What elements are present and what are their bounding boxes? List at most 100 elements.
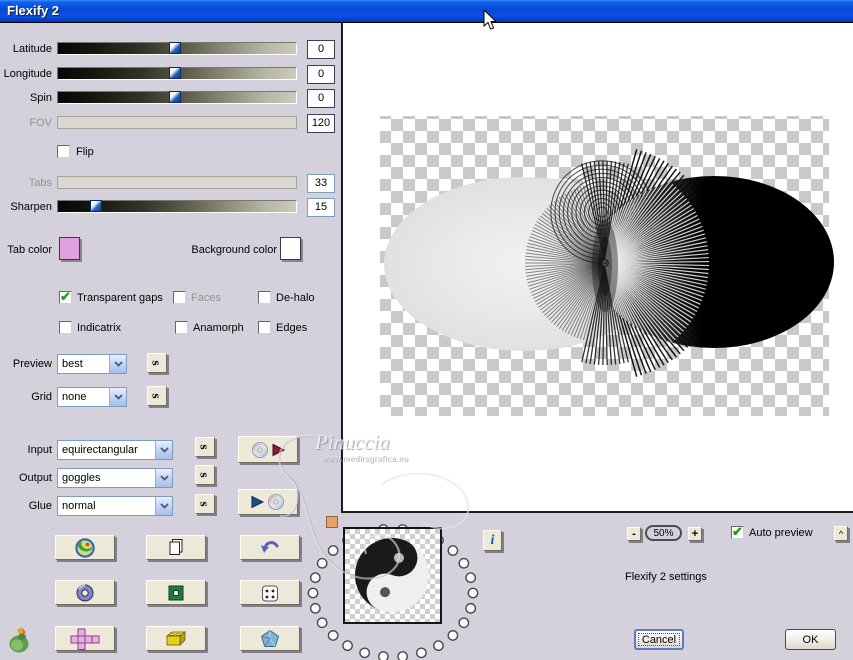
square-frame-icon [166, 583, 186, 603]
preview-s-button[interactable]: s [147, 353, 167, 373]
grid-combo[interactable]: none [57, 387, 127, 407]
zoom-in-button[interactable]: + [688, 527, 702, 541]
dial-dot[interactable] [459, 559, 468, 568]
longitude-value[interactable]: 0 [307, 65, 335, 84]
glue-combo-label: Glue [0, 500, 52, 513]
dial-dot[interactable] [466, 573, 475, 582]
info-button[interactable]: i [483, 530, 502, 551]
ok-button[interactable]: OK [785, 629, 836, 650]
faces-label: Faces [191, 292, 221, 305]
dial-dot[interactable] [311, 573, 320, 582]
frame-button[interactable] [146, 580, 206, 605]
dial-dot[interactable] [466, 604, 475, 613]
dial-dot[interactable] [317, 559, 326, 568]
dial-dot[interactable] [308, 588, 317, 597]
flip-label: Flip [76, 146, 94, 159]
copy-button[interactable] [146, 535, 206, 560]
output-s-button[interactable]: s [195, 465, 215, 485]
output-combo[interactable]: goggles [57, 468, 173, 488]
grid-s-button[interactable]: s [147, 386, 167, 406]
chevron-down-icon[interactable] [109, 388, 126, 406]
dial-dot[interactable] [468, 588, 477, 597]
dial-dot[interactable] [379, 652, 388, 660]
dial-dot[interactable] [459, 618, 468, 627]
de-halo-checkbox[interactable]: ✔ [258, 291, 271, 304]
chevron-down-icon[interactable] [109, 355, 126, 373]
glue-s-button[interactable]: s [195, 494, 215, 514]
disk-load-icon [248, 441, 288, 459]
slider-thumb-icon[interactable] [169, 42, 181, 54]
latitude-value[interactable]: 0 [307, 40, 335, 59]
anamorph-checkbox[interactable]: ✔ [175, 321, 188, 334]
torus-button[interactable] [55, 580, 115, 605]
longitude-label: Longitude [0, 68, 52, 81]
title-bar[interactable]: Flexify 2 [0, 0, 853, 23]
planet-button[interactable] [55, 535, 115, 560]
dial-dot[interactable] [417, 648, 426, 657]
latitude-label: Latitude [0, 43, 52, 56]
edges-label: Edges [276, 322, 307, 335]
grid-combo-label: Grid [0, 391, 52, 404]
slider-thumb-icon[interactable] [90, 200, 102, 212]
dial-dot[interactable] [328, 546, 337, 555]
brick-icon [164, 629, 188, 649]
dice-button[interactable] [240, 580, 300, 605]
zoom-level: 50% [645, 525, 682, 541]
background-color-swatch[interactable] [280, 237, 301, 260]
fov-value[interactable]: 120 [307, 114, 335, 133]
dial-dot[interactable] [343, 641, 352, 650]
cancel-button[interactable]: Cancel [634, 629, 684, 650]
dial-dot[interactable] [360, 648, 369, 657]
polyhedron-icon [260, 629, 280, 649]
slider-thumb-icon[interactable] [169, 91, 181, 103]
dial-dot[interactable] [434, 641, 443, 650]
save-to-disk-button[interactable] [238, 489, 298, 515]
chevron-down-icon[interactable] [155, 441, 172, 459]
preview-combo[interactable]: best [57, 354, 127, 374]
undo-button[interactable] [240, 535, 300, 560]
transparent-gaps-checkbox[interactable]: ✔ [59, 291, 72, 304]
indicatrix-label: Indicatrix [77, 322, 121, 335]
flexify-dialog: Flexify 2 Latitude 0 Longitude 0 Spin 0 … [0, 0, 853, 660]
chevron-down-icon[interactable] [155, 497, 172, 515]
anamorph-label: Anamorph [193, 322, 244, 335]
tabs-label: Tabs [0, 177, 52, 190]
brick-button[interactable] [146, 626, 206, 651]
dial-dot[interactable] [398, 652, 407, 660]
tab-color-swatch[interactable] [59, 237, 80, 260]
longitude-slider[interactable] [57, 67, 297, 80]
dial-dot[interactable] [328, 631, 337, 640]
background-color-label: Background color [186, 244, 277, 257]
auto-preview-checkbox[interactable]: ✔ [731, 526, 744, 539]
input-s-button[interactable]: s [195, 437, 215, 457]
spin-value[interactable]: 0 [307, 89, 335, 108]
dial-marker[interactable] [326, 516, 338, 528]
spin-slider[interactable] [57, 91, 297, 104]
load-from-disk-button[interactable] [238, 436, 298, 463]
sharpen-value[interactable]: 15 [307, 198, 335, 217]
planet-icon [75, 538, 95, 558]
cube-net-button[interactable] [55, 626, 115, 651]
chevron-down-icon[interactable] [155, 469, 172, 487]
spin-label: Spin [0, 92, 52, 105]
flip-checkbox[interactable]: ✔ [57, 145, 70, 158]
dial-dot[interactable] [311, 604, 320, 613]
zoom-out-button[interactable]: - [627, 527, 641, 541]
polyhedron-button[interactable] [240, 626, 300, 651]
tabs-value[interactable]: 33 [307, 174, 335, 193]
dial-dot[interactable] [448, 546, 457, 555]
dial-dot[interactable] [448, 631, 457, 640]
latitude-slider[interactable] [57, 42, 297, 55]
edges-checkbox[interactable]: ✔ [258, 321, 271, 334]
indicatrix-checkbox[interactable]: ✔ [59, 321, 72, 334]
fov-slider [57, 116, 297, 129]
dial-dot[interactable] [317, 618, 326, 627]
collapse-button[interactable]: ^ [834, 526, 848, 541]
undo-arrow-icon [259, 539, 281, 557]
tabs-slider [57, 176, 297, 189]
sharpen-slider[interactable] [57, 200, 297, 213]
dice-icon [259, 582, 281, 604]
glue-combo[interactable]: normal [57, 496, 173, 516]
input-combo[interactable]: equirectangular [57, 440, 173, 460]
slider-thumb-icon[interactable] [169, 67, 181, 79]
